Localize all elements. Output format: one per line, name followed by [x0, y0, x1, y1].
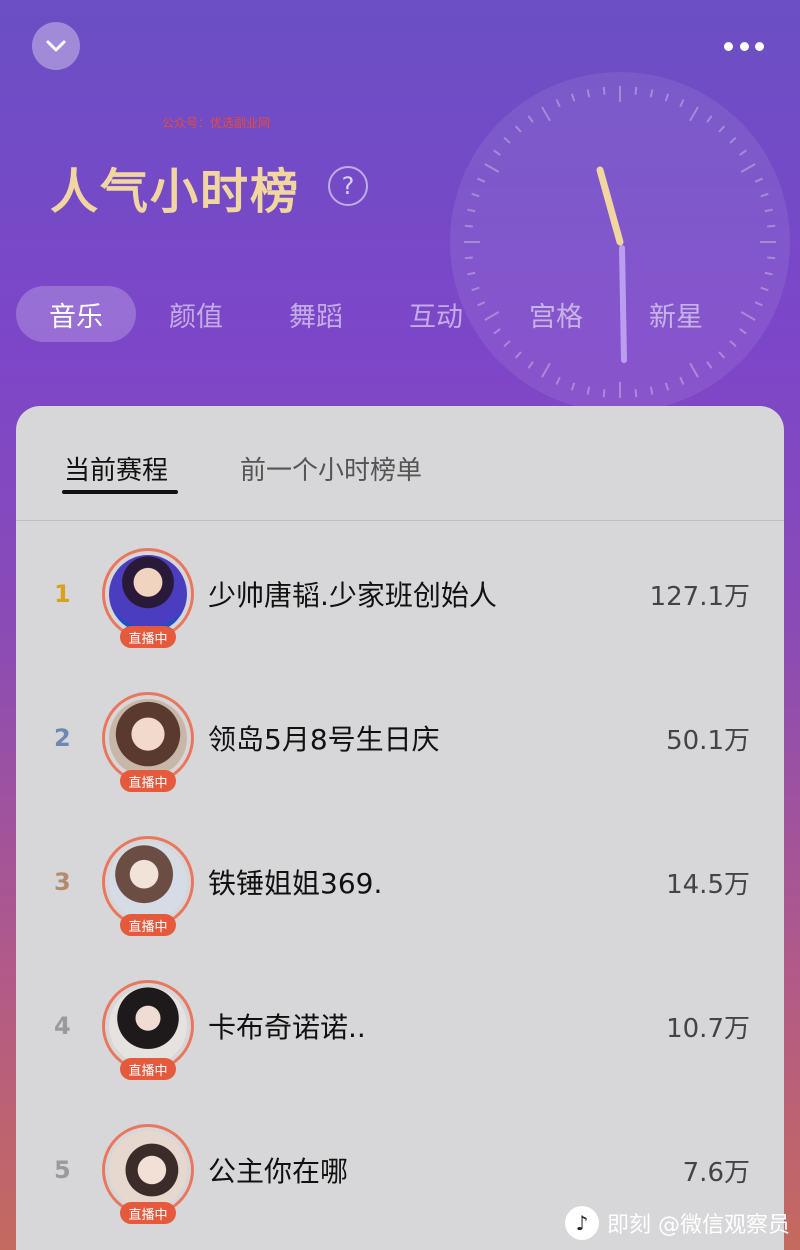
watermark-text: 公众号：优选副业网 — [162, 116, 271, 130]
clock-tick — [767, 224, 776, 228]
category-tabs: 音乐 颜值 舞蹈 互动 宫格 新星 — [16, 286, 776, 342]
popularity-score: 50.1万 — [666, 725, 750, 756]
tab-music[interactable]: 音乐 — [16, 286, 136, 342]
live-badge: 直播中 — [120, 1058, 176, 1080]
jike-logo-icon: ♪ — [565, 1206, 599, 1240]
streamer-name: 卡布奇诺诺.. — [208, 1011, 366, 1044]
clock-tick — [602, 86, 606, 95]
rank-number: 2 — [54, 724, 71, 752]
clock-tick — [767, 256, 776, 260]
tab-dance[interactable]: 舞蹈 — [256, 286, 376, 342]
live-badge: 直播中 — [120, 1202, 176, 1224]
rank-number: 1 — [54, 580, 71, 608]
clock-tick — [464, 224, 473, 228]
footer-watermark-text: 即刻 @微信观察员 — [607, 1213, 790, 1238]
clock-tick — [602, 389, 606, 398]
chevron-down-icon — [46, 40, 66, 52]
page-title: 人气小时榜 — [50, 164, 301, 220]
live-badge: 直播中 — [120, 770, 176, 792]
live-badge: 直播中 — [120, 914, 176, 936]
popularity-score: 10.7万 — [666, 1013, 750, 1044]
active-tab-indicator — [62, 490, 178, 494]
collapse-button[interactable] — [32, 22, 80, 70]
clock-tick — [634, 389, 638, 398]
tab-looks[interactable]: 颜值 — [136, 286, 256, 342]
rank-number: 5 — [54, 1156, 71, 1184]
rank-number: 4 — [54, 1012, 71, 1040]
popularity-score: 127.1万 — [649, 581, 750, 612]
streamer-name: 公主你在哪 — [208, 1155, 349, 1188]
clock-tick — [464, 256, 473, 260]
list-item[interactable]: 1 直播中 少帅唐韬.少家班创始人 127.1万 — [16, 522, 784, 666]
clock-tick — [634, 86, 638, 95]
help-icon[interactable]: ? — [328, 166, 368, 206]
popularity-score: 14.5万 — [666, 869, 750, 900]
sub-tabs: 当前赛程 前一个小时榜单 — [16, 406, 784, 521]
rank-number: 3 — [54, 868, 71, 896]
tab-grid[interactable]: 宫格 — [496, 286, 616, 342]
streamer-name: 少帅唐韬.少家班创始人 — [208, 579, 497, 612]
list-item[interactable]: 3 直播中 铁锤姐姐369. 14.5万 — [16, 810, 784, 954]
streamer-name: 铁锤姐姐369. — [208, 867, 383, 900]
list-item[interactable]: 2 直播中 领岛5月8号生日庆 50.1万 — [16, 666, 784, 810]
tab-previous-hour[interactable]: 前一个小时榜单 — [240, 450, 422, 487]
ranking-panel: 当前赛程 前一个小时榜单 1 直播中 少帅唐韬.少家班创始人 127.1万 2 … — [16, 406, 784, 1250]
tab-new-star[interactable]: 新星 — [616, 286, 736, 342]
list-item[interactable]: 4 直播中 卡布奇诺诺.. 10.7万 — [16, 954, 784, 1098]
clock-decoration — [450, 72, 790, 412]
tab-current-round[interactable]: 当前赛程 — [64, 450, 168, 487]
tab-interaction[interactable]: 互动 — [376, 286, 496, 342]
footer-watermark: ♪ 即刻 @微信观察员 — [565, 1206, 790, 1240]
live-badge: 直播中 — [120, 626, 176, 648]
streamer-name: 领岛5月8号生日庆 — [208, 723, 440, 756]
more-dots-icon[interactable] — [724, 38, 764, 54]
